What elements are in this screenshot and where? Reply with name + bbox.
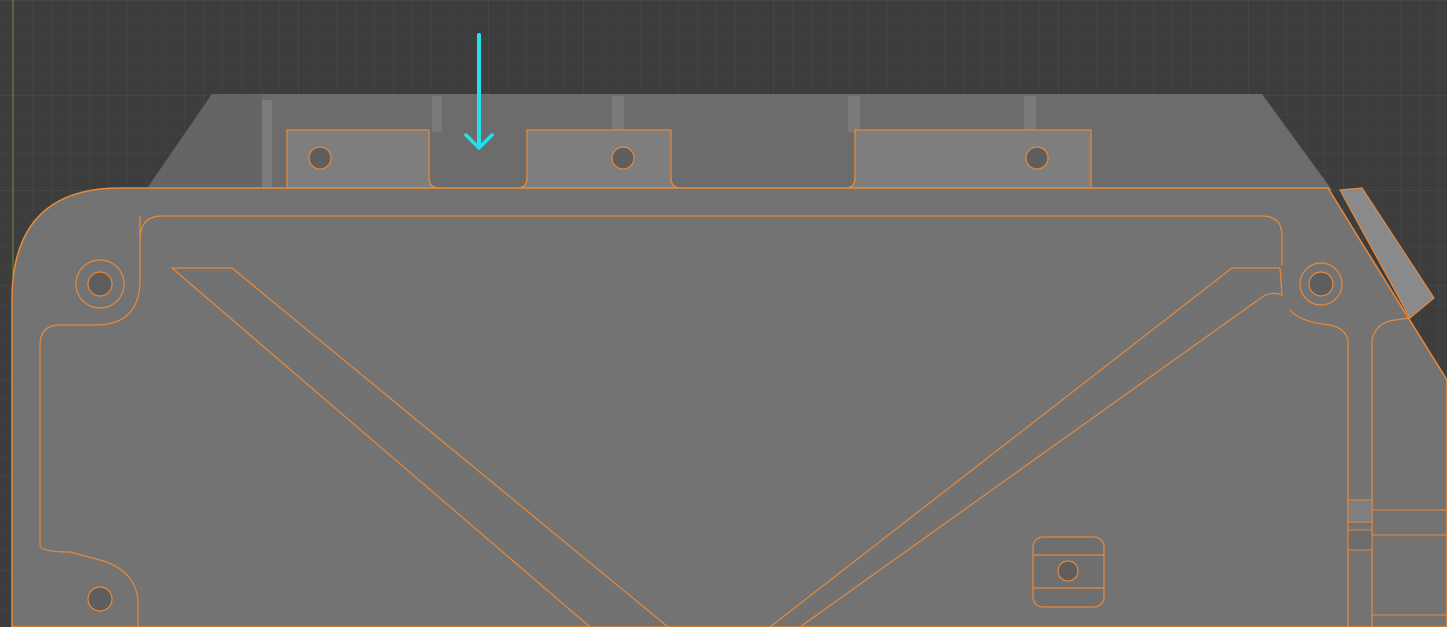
- viewport-canvas[interactable]: [0, 0, 1447, 627]
- corner-hole: [1308, 271, 1334, 297]
- flange-band: [1024, 96, 1036, 132]
- flange-band: [848, 96, 860, 132]
- corner-hole: [87, 271, 113, 297]
- flange-band: [432, 96, 442, 132]
- rail-detail: [1347, 499, 1373, 523]
- rail-detail: [1347, 529, 1373, 551]
- mounting-tab-3: [844, 129, 1092, 189]
- tab-hole: [1025, 146, 1049, 170]
- selected-mesh-object[interactable]: [11, 94, 1447, 627]
- tab-hole: [308, 146, 332, 170]
- flange-band: [262, 100, 272, 190]
- mounting-tab-2: [516, 129, 682, 189]
- corner-hole: [87, 586, 113, 612]
- 3d-viewport[interactable]: [0, 0, 1447, 627]
- slot-block-hole: [1057, 560, 1079, 582]
- flange-band: [612, 96, 624, 132]
- tab-hole: [611, 146, 635, 170]
- mesh-main-plate: [11, 187, 1447, 627]
